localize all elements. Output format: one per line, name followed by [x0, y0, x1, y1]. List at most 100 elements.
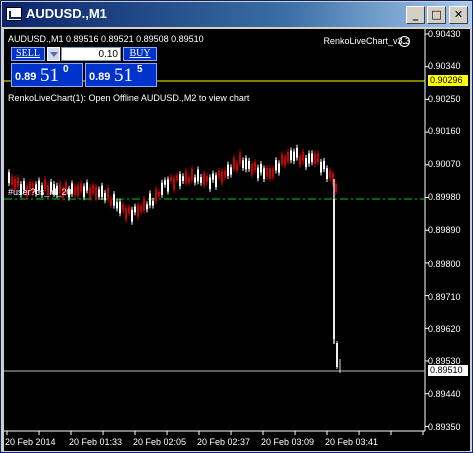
candle-body — [263, 168, 265, 180]
candle-body — [113, 194, 115, 206]
candle-body — [233, 157, 235, 170]
candle-body — [224, 170, 226, 178]
time-label: 20 Feb 02:37 — [197, 437, 251, 447]
price-label: 0.89440 — [428, 389, 461, 399]
candle-body — [329, 170, 331, 179]
buy-button[interactable]: BUY — [123, 47, 157, 61]
candle-body — [83, 186, 85, 198]
candle-body — [146, 204, 148, 210]
candle-body — [248, 160, 250, 169]
candle-body — [185, 170, 187, 183]
price-label: 0.89710 — [428, 292, 461, 302]
candle-body — [242, 160, 244, 169]
candle-body — [212, 173, 214, 180]
candle-body — [305, 158, 307, 168]
candle-body — [221, 171, 223, 183]
candle-body — [8, 172, 10, 184]
candle-body — [323, 160, 325, 170]
candle-body — [227, 164, 229, 177]
close-button[interactable]: ✕ — [449, 6, 468, 24]
time-label: 20 Feb 03:09 — [261, 437, 315, 447]
price-label: 0.89800 — [428, 259, 461, 269]
candle-body — [281, 154, 283, 165]
candle-body — [299, 155, 301, 166]
price-label: 0.89350 — [428, 422, 461, 432]
candle-body — [335, 184, 337, 192]
candle-body — [317, 153, 319, 163]
candle-body — [116, 201, 118, 209]
candle-body — [155, 189, 157, 202]
candle-body — [131, 209, 133, 222]
candle-body — [245, 158, 247, 170]
candle-body — [260, 164, 262, 173]
time-label: 20 Feb 03:41 — [325, 437, 379, 447]
candle-body — [254, 162, 256, 171]
time-label: 20 Feb 01:33 — [69, 437, 123, 447]
candle-body — [170, 176, 172, 182]
price-label: 0.90430 — [428, 29, 461, 39]
candle-body — [296, 147, 298, 158]
candle-body — [98, 189, 100, 197]
candle-body — [197, 169, 199, 182]
price-label: 0.90070 — [428, 159, 461, 169]
sell-button[interactable]: SELL — [11, 47, 45, 61]
candle-body — [278, 163, 280, 173]
lot-size-input[interactable]: 0.10 — [61, 47, 121, 61]
bid-price-tag: 0.89510 — [428, 365, 468, 376]
time-label: 20 Feb 02:05 — [133, 437, 187, 447]
candle-body — [287, 151, 289, 162]
sell-price-button[interactable]: 0.89 51 0 — [11, 63, 83, 87]
candle-body — [119, 201, 121, 214]
candle-body — [206, 176, 208, 182]
indicator-message: RenkoLiveChart(1): Open Offline AUDUSD.,… — [8, 93, 250, 103]
buy-price-prefix: 0.89 — [89, 71, 111, 83]
candle-body — [290, 150, 292, 161]
buy-price-pips: 51 — [114, 65, 133, 86]
chart-window: AUDUSD.,M1 _ □ ✕ AUDUSD.,M1 0.89516 0.89… — [0, 0, 473, 453]
candle-body — [314, 153, 316, 164]
candle-body — [302, 151, 304, 162]
candle-body — [266, 168, 268, 177]
candle-body — [320, 161, 322, 173]
price-label: 0.90250 — [428, 94, 461, 104]
candle-body — [104, 193, 106, 201]
candle-body — [143, 198, 145, 211]
candle-body — [161, 182, 163, 195]
candle-body — [110, 198, 112, 206]
buy-price-button[interactable]: 0.89 51 5 — [85, 63, 157, 87]
minimize-button[interactable]: _ — [406, 6, 425, 24]
candle-body — [77, 185, 79, 196]
candle-body — [11, 176, 13, 186]
price-label: 0.90340 — [428, 61, 461, 71]
candle-body — [95, 186, 97, 198]
title-bar[interactable]: AUDUSD.,M1 _ □ ✕ — [2, 2, 471, 27]
candle-body — [275, 160, 277, 171]
candle-body — [215, 175, 217, 187]
candle-body — [191, 168, 193, 181]
candle-body — [251, 164, 253, 175]
candle-body — [152, 200, 154, 206]
candle-body — [122, 204, 124, 211]
candle-body — [179, 174, 181, 187]
buy-price-fraction: 5 — [137, 64, 143, 75]
price-label: 0.89980 — [428, 192, 461, 202]
candle-body — [176, 175, 178, 180]
candle-body — [182, 176, 184, 182]
lot-dropdown-arrow-icon[interactable] — [47, 47, 60, 61]
candle-body — [17, 178, 19, 187]
price-label: 0.89620 — [428, 324, 461, 334]
one-click-trading-panel: SELL 0.10 BUY 0.89 51 0 0.89 51 5 — [11, 47, 159, 87]
candle-body — [158, 191, 160, 197]
price-chart[interactable]: AUDUSD.,M1 0.89516 0.89521 0.89508 0.895… — [4, 29, 470, 451]
candle-body — [89, 187, 91, 199]
candle-body — [218, 171, 220, 178]
price-label: 0.89890 — [428, 225, 461, 235]
candle-body — [257, 167, 259, 179]
candle-body — [194, 177, 196, 183]
candle-body — [272, 168, 274, 178]
ask-price-tag: 0.90296 — [428, 75, 468, 86]
maximize-button[interactable]: □ — [427, 6, 446, 24]
candle-body — [125, 207, 127, 220]
candle-body — [101, 185, 103, 198]
sell-price-fraction: 0 — [63, 64, 69, 75]
